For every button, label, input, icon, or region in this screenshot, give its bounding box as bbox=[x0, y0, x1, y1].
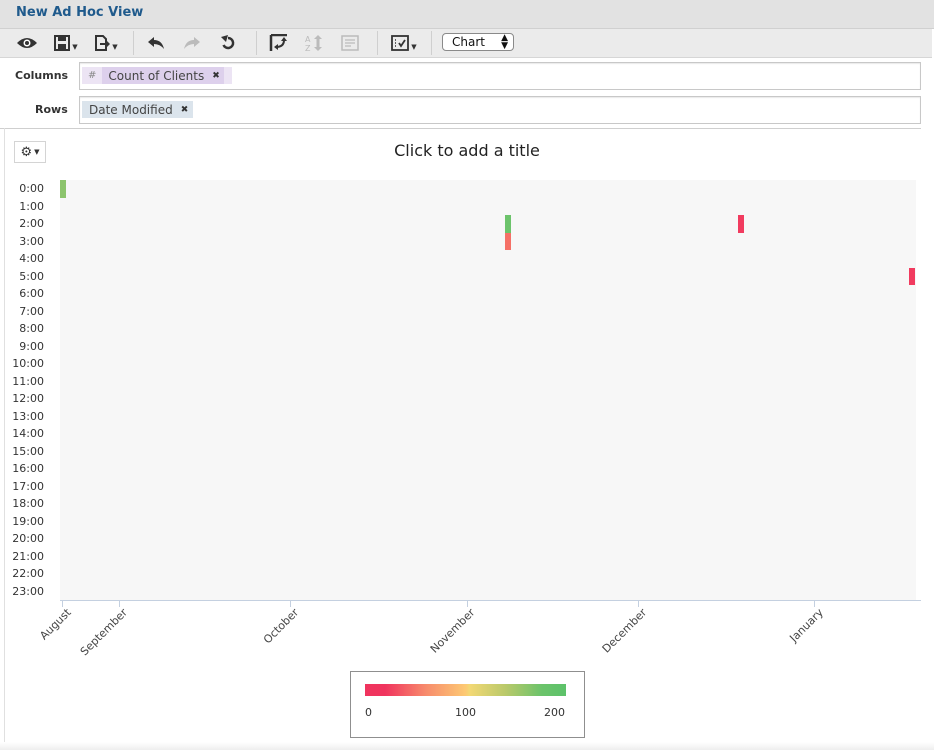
rows-drop-zone[interactable]: Date Modified ✖ bbox=[79, 96, 921, 124]
view-type-value: Chart bbox=[452, 35, 485, 49]
legend-label-mid: 100 bbox=[455, 706, 476, 719]
y-tick-label: 18:00 bbox=[12, 497, 44, 510]
y-tick-label: 0:00 bbox=[19, 182, 44, 195]
legend-gradient bbox=[365, 684, 566, 696]
y-tick-label: 19:00 bbox=[12, 514, 44, 528]
heatmap-cell[interactable] bbox=[60, 180, 66, 198]
columns-label: Columns bbox=[15, 69, 69, 82]
export-icon[interactable]: ▼ bbox=[92, 33, 120, 53]
y-tick-label: 6:00 bbox=[19, 287, 44, 300]
page-icon[interactable] bbox=[338, 33, 362, 53]
x-tick-label: October bbox=[260, 606, 302, 647]
toolbar-separator bbox=[256, 31, 257, 55]
save-icon[interactable]: ▼ bbox=[52, 33, 80, 53]
reset-icon[interactable] bbox=[216, 33, 240, 53]
chart-title[interactable]: Click to add a title bbox=[0, 141, 934, 160]
options-icon[interactable]: ▼ bbox=[388, 33, 420, 53]
y-tick-label: 3:00 bbox=[19, 234, 44, 248]
x-tick-label: September bbox=[77, 606, 131, 659]
heatmap-cell[interactable] bbox=[909, 267, 916, 285]
svg-text:A: A bbox=[305, 35, 311, 44]
measure-hash-icon: # bbox=[88, 70, 97, 81]
title-bar: New Ad Hoc View bbox=[0, 0, 934, 29]
y-tick-label: 1:00 bbox=[19, 199, 44, 213]
rows-label: Rows bbox=[35, 103, 68, 116]
x-axis-line bbox=[60, 600, 921, 601]
legend-label-max: 200 bbox=[544, 706, 565, 719]
y-tick-label: 5:00 bbox=[19, 269, 44, 283]
sort-icon[interactable]: AZ bbox=[302, 33, 326, 53]
y-tick-label: 14:00 bbox=[12, 427, 44, 440]
pivot-icon[interactable] bbox=[266, 33, 292, 53]
y-tick-label: 21:00 bbox=[12, 549, 44, 563]
y-tick-label: 2:00 bbox=[19, 217, 44, 230]
select-arrows-icon: ▲ ▼ bbox=[501, 33, 508, 51]
y-tick-label: 13:00 bbox=[12, 409, 44, 423]
y-tick-label: 8:00 bbox=[19, 322, 44, 335]
divider bbox=[0, 128, 921, 129]
svg-text:Z: Z bbox=[305, 44, 311, 52]
y-tick-label: 16:00 bbox=[12, 462, 44, 475]
remove-row-icon[interactable]: ✖ bbox=[181, 105, 189, 115]
eye-icon[interactable] bbox=[14, 33, 40, 53]
toolbar-separator bbox=[377, 31, 378, 55]
bottom-shade bbox=[0, 742, 934, 750]
view-title: New Ad Hoc View bbox=[16, 5, 144, 20]
heatmap-cell[interactable] bbox=[738, 215, 745, 233]
toolbar-separator bbox=[431, 31, 432, 55]
y-tick-label: 4:00 bbox=[19, 252, 44, 265]
heatmap-cell[interactable] bbox=[504, 215, 511, 233]
color-legend: 0 100 200 bbox=[350, 671, 585, 738]
columns-drop-zone[interactable]: # Count of Clients ✖ bbox=[79, 62, 921, 90]
redo-icon[interactable] bbox=[180, 33, 204, 53]
column-pill-body[interactable]: Count of Clients ✖ bbox=[102, 67, 224, 84]
heatmap-plot-area bbox=[60, 180, 916, 600]
y-tick-label: 9:00 bbox=[19, 339, 44, 353]
x-tick-label: December bbox=[599, 606, 649, 656]
y-tick-label: 20:00 bbox=[12, 532, 44, 545]
y-tick-label: 15:00 bbox=[12, 444, 44, 458]
y-tick-label: 22:00 bbox=[12, 567, 44, 580]
view-type-select[interactable]: Chart ▲ ▼ bbox=[442, 33, 514, 51]
row-pill-date-modified[interactable]: Date Modified ✖ bbox=[82, 101, 194, 118]
y-tick-label: 12:00 bbox=[12, 392, 44, 405]
column-pill-count-of-clients[interactable]: # Count of Clients ✖ bbox=[82, 67, 232, 84]
x-tick-label: November bbox=[428, 606, 478, 656]
y-tick-label: 17:00 bbox=[12, 479, 44, 493]
row-pill-label: Date Modified bbox=[89, 102, 173, 117]
toolbar: ▼ ▼ AZ ▼ Chart ▲ ▼ bbox=[0, 29, 932, 58]
heatmap-cell[interactable] bbox=[504, 232, 511, 250]
y-tick-label: 10:00 bbox=[12, 357, 44, 370]
column-pill-label: Count of Clients bbox=[108, 68, 205, 83]
y-tick-label: 11:00 bbox=[12, 374, 44, 388]
toolbar-separator bbox=[133, 31, 134, 55]
x-tick-label: January bbox=[786, 606, 826, 645]
y-tick-label: 23:00 bbox=[12, 584, 44, 598]
x-tick-label: August bbox=[36, 606, 74, 643]
remove-column-icon[interactable]: ✖ bbox=[212, 71, 220, 81]
y-tick-label: 7:00 bbox=[19, 304, 44, 318]
legend-label-min: 0 bbox=[365, 706, 372, 719]
undo-icon[interactable] bbox=[144, 33, 168, 53]
